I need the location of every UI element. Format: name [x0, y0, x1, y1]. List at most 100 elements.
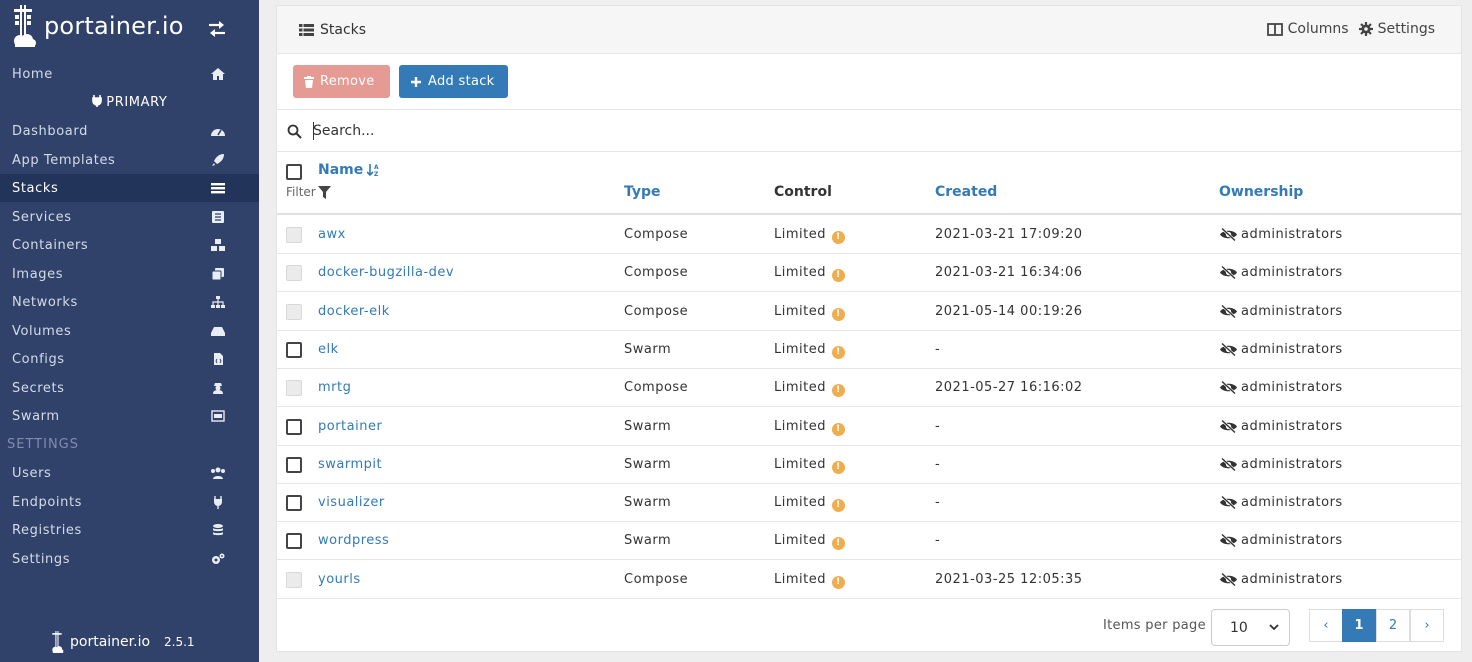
filter-icon	[317, 185, 331, 199]
row-checkbox[interactable]	[286, 533, 302, 550]
svg-text:Z: Z	[374, 171, 379, 177]
stack-type: Compose	[624, 303, 689, 319]
eye-slash-icon	[1220, 572, 1237, 586]
items-per-page-select[interactable]: 10	[1211, 609, 1290, 646]
warning-icon: !	[831, 499, 845, 513]
name-column-header[interactable]: Name AZ	[318, 162, 379, 178]
table-row: elk Swarm Limited! - administrators	[277, 331, 1461, 369]
stack-name-link[interactable]: visualizer	[318, 495, 385, 510]
eye-slash-icon	[1220, 381, 1237, 395]
columns-label: Columns	[1287, 21, 1349, 37]
warning-icon: !	[831, 231, 845, 244]
type-column-header[interactable]: Type	[624, 184, 661, 200]
settings-button[interactable]: Settings	[1358, 21, 1435, 37]
sidebar-item-registries[interactable]: Registries	[0, 516, 259, 544]
search-input[interactable]	[313, 119, 913, 143]
row-checkbox	[286, 265, 302, 282]
pagination-page-2[interactable]: 2	[1376, 609, 1410, 642]
sidebar-item-home[interactable]: Home	[0, 60, 259, 88]
control-text: Limited	[774, 341, 826, 357]
table-row: swarmpit Swarm Limited! - administrators	[277, 446, 1461, 484]
stack-name-link[interactable]: swarmpit	[318, 457, 382, 472]
stack-name-link[interactable]: elk	[318, 342, 339, 357]
sidebar-item-volumes[interactable]: Volumes	[0, 317, 259, 345]
app-version: 2.5.1	[164, 635, 195, 649]
rocket-icon	[212, 154, 224, 166]
control-text: Limited	[774, 418, 826, 434]
brand-logo-link[interactable]: portainer.io	[10, 2, 184, 50]
sidebar-item-stacks[interactable]: Stacks	[0, 174, 259, 202]
warning-icon: !	[831, 269, 845, 283]
sidebar-item-dashboard[interactable]: Dashboard	[0, 117, 259, 145]
table-row: docker-elk Compose Limited! 2021-05-14 00:1…	[277, 293, 1461, 331]
eye-slash-icon	[1220, 304, 1237, 318]
row-checkbox	[286, 303, 302, 320]
stack-type: Compose	[624, 380, 689, 396]
columns-icon	[1266, 22, 1283, 36]
sitemap-icon	[211, 296, 225, 308]
sidebar-item-app-templates[interactable]: App Templates	[0, 146, 259, 174]
ownership-column-header[interactable]: Ownership	[1219, 184, 1303, 200]
stack-name-link[interactable]: portainer	[318, 419, 382, 434]
sidebar-item-networks[interactable]: Networks	[0, 288, 259, 316]
items-per-page-label: Items per page	[1103, 618, 1206, 633]
filter-label: Filter	[286, 185, 316, 199]
sidebar-item-label: Registries	[12, 522, 82, 538]
row-checkbox[interactable]	[286, 341, 302, 358]
select-all-checkbox[interactable]	[286, 164, 302, 180]
sidebar-item-configs[interactable]: Configs	[0, 345, 259, 373]
stack-created: 2021-03-25 12:05:35	[935, 571, 1083, 587]
columns-button[interactable]: Columns	[1266, 21, 1349, 37]
portainer-logo-icon	[14, 5, 36, 47]
pagination-page-1[interactable]: 1	[1342, 609, 1376, 642]
remove-button[interactable]: Remove	[293, 65, 390, 98]
stack-control: Limited!	[774, 304, 845, 321]
stack-created: -	[935, 495, 941, 511]
stack-type: Compose	[624, 265, 689, 281]
sidebar-item-users[interactable]: Users	[0, 459, 259, 487]
table-row: docker-bugzilla-dev Compose Limited! 2021-0…	[277, 254, 1461, 293]
pagination-prev[interactable]: ‹	[1309, 609, 1343, 642]
sidebar-item-containers[interactable]: Containers	[0, 231, 259, 259]
row-checkbox[interactable]	[286, 495, 302, 512]
pagination-next[interactable]: ›	[1410, 609, 1444, 642]
created-column-header[interactable]: Created	[935, 184, 997, 200]
ownership-text: administrators	[1241, 495, 1343, 511]
stack-name-link[interactable]: docker-elk	[318, 304, 390, 319]
stack-type: Swarm	[624, 495, 672, 511]
stack-created: 2021-03-21 16:34:06	[935, 265, 1083, 281]
sidebar-item-label: Dashboard	[12, 123, 88, 139]
add-stack-button[interactable]: Add stack	[399, 65, 508, 98]
items-per-page-value: 10	[1230, 620, 1248, 636]
sidebar-item-services[interactable]: Services	[0, 203, 259, 231]
filter-dropdown[interactable]: Filter	[286, 185, 331, 199]
sidebar-item-swarm[interactable]: Swarm	[0, 402, 259, 430]
stack-type: Compose	[624, 227, 689, 242]
sidebar-item-label: Stacks	[12, 180, 59, 196]
sidebar-item-settings[interactable]: Settings	[0, 545, 259, 573]
stack-ownership: administrators	[1219, 457, 1343, 472]
stack-name-link[interactable]: yourls	[318, 572, 361, 587]
stack-name-link[interactable]: wordpress	[318, 533, 389, 548]
stack-control: Limited!	[774, 533, 845, 551]
eye-slash-icon	[1220, 534, 1237, 548]
table-row: visualizer Swarm Limited! - administrators	[277, 484, 1461, 523]
stack-name-link[interactable]: docker-bugzilla-dev	[318, 265, 454, 280]
row-checkbox[interactable]	[286, 456, 302, 473]
clone-icon	[211, 268, 224, 281]
sidebar-item-label: App Templates	[12, 152, 116, 168]
ownership-text: administrators	[1241, 303, 1343, 319]
row-checkbox[interactable]	[286, 418, 302, 435]
stack-name-link[interactable]: awx	[318, 227, 346, 242]
exchange-icon[interactable]	[207, 20, 227, 38]
stack-name-link[interactable]: mrtg	[318, 380, 351, 395]
th-list-icon	[299, 24, 314, 36]
hdd-icon	[211, 327, 225, 336]
warning-icon: !	[831, 345, 845, 359]
list-alt-icon	[212, 211, 224, 223]
sidebar-item-secrets[interactable]: Secrets	[0, 374, 259, 402]
chevron-down-icon	[1269, 624, 1279, 631]
stack-control: Limited!	[774, 457, 845, 474]
sidebar-item-endpoints[interactable]: Endpoints	[0, 488, 259, 516]
sidebar-item-images[interactable]: Images	[0, 260, 259, 288]
